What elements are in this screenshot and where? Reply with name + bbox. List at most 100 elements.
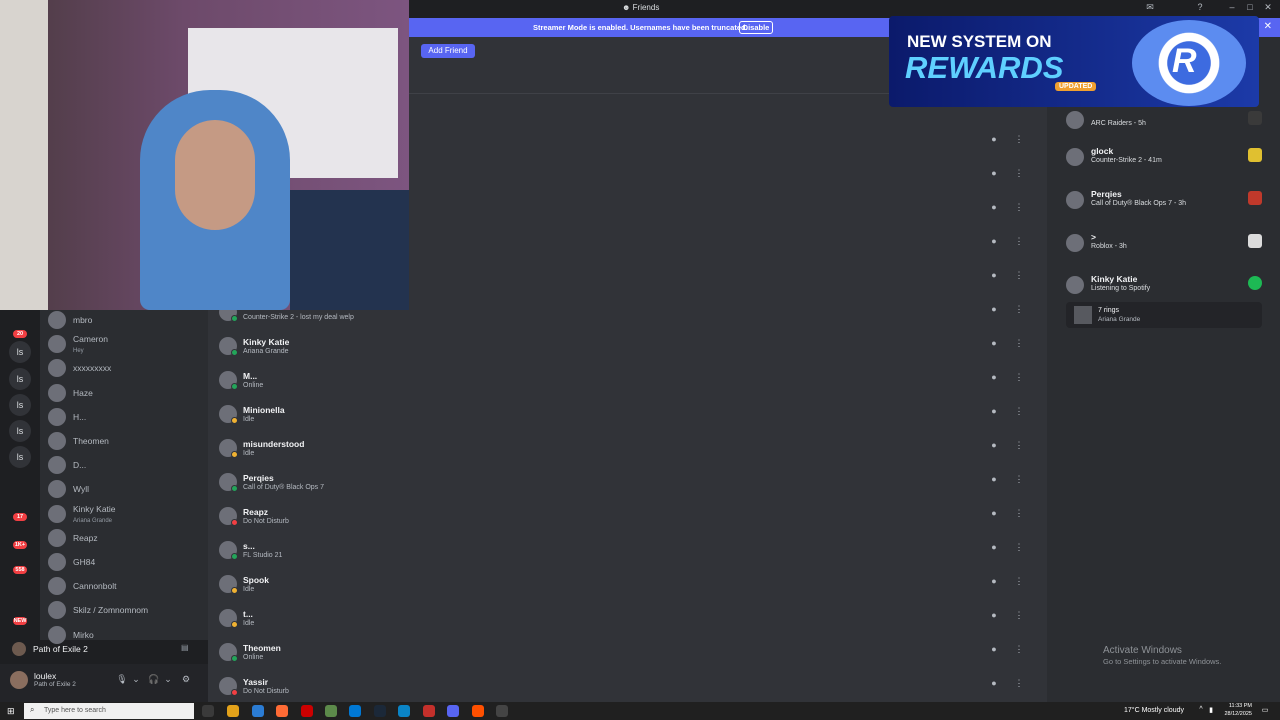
server-icon[interactable]: ls <box>9 368 31 390</box>
message-icon[interactable]: ● <box>987 576 1001 590</box>
close-window-button[interactable]: ✕ <box>1262 2 1274 14</box>
more-icon[interactable]: ⋮ <box>1012 372 1026 386</box>
message-icon[interactable]: ● <box>987 610 1001 624</box>
friend-row[interactable]: Perqies Call of Duty® Black Ops 7 ● ⋮ <box>216 469 1036 503</box>
close-banner-icon[interactable]: ✕ <box>1264 21 1272 32</box>
minimize-button[interactable]: – <box>1226 2 1238 14</box>
disable-button[interactable]: Disable <box>739 21 773 34</box>
message-icon[interactable]: ● <box>987 270 1001 284</box>
chat-icon[interactable]: ▤ <box>181 643 189 652</box>
server-icon[interactable]: ls <box>9 420 31 442</box>
message-icon[interactable]: ● <box>987 678 1001 692</box>
more-icon[interactable]: ⋮ <box>1012 270 1026 284</box>
friend-row[interactable]: Kinky Katie Ariana Grande ● ⋮ <box>216 333 1036 367</box>
more-icon[interactable]: ⋮ <box>1012 576 1026 590</box>
activity-card[interactable]: Perqies Call of Duty® Black Ops 7 - 3h <box>1066 189 1266 225</box>
app-icon-9[interactable] <box>423 705 435 717</box>
dm-item[interactable]: Kinky Katie Ariana Grande <box>48 503 203 525</box>
more-icon[interactable]: ⋮ <box>1012 678 1026 692</box>
message-icon[interactable]: ● <box>987 474 1001 488</box>
spotify-track-card[interactable]: 7 rings Ariana Grande <box>1066 302 1262 328</box>
network-icon[interactable]: ▮ <box>1206 706 1216 716</box>
server-icon[interactable]: ls <box>9 446 31 468</box>
more-icon[interactable]: ⋮ <box>1012 134 1026 148</box>
user-avatar[interactable] <box>10 671 28 689</box>
taskbar-time[interactable]: 11:33 PM <box>1222 703 1252 709</box>
dm-item[interactable]: xxxxxxxxx <box>48 357 203 379</box>
dm-item[interactable]: Cannonbolt <box>48 575 203 597</box>
friend-row[interactable]: Spook Idle ● ⋮ <box>216 571 1036 605</box>
app-icon-12[interactable] <box>496 705 508 717</box>
inbox-icon[interactable]: ✉ <box>1144 2 1156 14</box>
add-friend-button[interactable]: Add Friend <box>421 44 475 58</box>
message-icon[interactable]: ● <box>987 372 1001 386</box>
message-icon[interactable]: ● <box>987 508 1001 522</box>
friend-row[interactable]: Theomen Online ● ⋮ <box>216 639 1036 673</box>
more-icon[interactable]: ⋮ <box>1012 508 1026 522</box>
more-icon[interactable]: ⋮ <box>1012 610 1026 624</box>
activity-card[interactable]: glock Counter-Strike 2 - 41m <box>1066 146 1266 182</box>
more-icon[interactable]: ⋮ <box>1012 168 1026 182</box>
app-icon-4[interactable] <box>301 705 313 717</box>
dm-item[interactable]: Theomen <box>48 430 203 452</box>
message-icon[interactable]: ● <box>987 542 1001 556</box>
mic-chevron-down-icon[interactable]: ⌄ <box>130 674 142 686</box>
headphones-chevron-down-icon[interactable]: ⌄ <box>162 674 174 686</box>
friend-row[interactable]: Minionella Idle ● ⋮ <box>216 401 1036 435</box>
voice-channel-row[interactable]: Path of Exile 2 ▤ <box>8 640 200 660</box>
friend-row[interactable]: t... Idle ● ⋮ <box>216 605 1036 639</box>
more-icon[interactable]: ⋮ <box>1012 542 1026 556</box>
headphones-icon[interactable]: 🎧 <box>148 674 160 686</box>
maximize-button[interactable]: □ <box>1244 2 1256 14</box>
windows-start-icon[interactable]: ⊞ <box>7 706 17 716</box>
weather-widget[interactable]: 17°C Mostly cloudy <box>1124 707 1184 714</box>
friend-row[interactable]: Reapz Do Not Disturb ● ⋮ <box>216 503 1036 537</box>
settings-icon[interactable]: ⚙ <box>180 674 192 686</box>
more-icon[interactable]: ⋮ <box>1012 236 1026 250</box>
more-icon[interactable]: ⋮ <box>1012 406 1026 420</box>
dm-item[interactable]: Skilz / Zomnomnom <box>48 599 203 621</box>
taskbar-search[interactable]: ⌕ Type here to search <box>24 703 194 719</box>
more-icon[interactable]: ⋮ <box>1012 304 1026 318</box>
message-icon[interactable]: ● <box>987 440 1001 454</box>
mic-icon[interactable]: 🎙 <box>116 674 128 686</box>
more-icon[interactable]: ⋮ <box>1012 440 1026 454</box>
dm-item[interactable]: H... <box>48 406 203 428</box>
dm-item[interactable]: Cameron Hey <box>48 333 203 355</box>
activity-card[interactable]: ARC Raiders - 5h <box>1066 109 1266 145</box>
more-icon[interactable]: ⋮ <box>1012 474 1026 488</box>
dm-item[interactable]: Haze <box>48 382 203 404</box>
more-icon[interactable]: ⋮ <box>1012 338 1026 352</box>
friend-row[interactable]: misunderstood Idle ● ⋮ <box>216 435 1036 469</box>
server-icon[interactable]: ls <box>9 394 31 416</box>
dm-item[interactable]: GH84 <box>48 551 203 573</box>
more-icon[interactable]: ⋮ <box>1012 202 1026 216</box>
dm-item[interactable]: Wyll <box>48 478 203 500</box>
app-icon-5[interactable] <box>325 705 337 717</box>
tray-chevron-icon[interactable]: ^ <box>1196 706 1206 716</box>
message-icon[interactable]: ● <box>987 134 1001 148</box>
dm-item[interactable]: D... <box>48 454 203 476</box>
dm-item[interactable]: mbro <box>48 309 203 331</box>
message-icon[interactable]: ● <box>987 236 1001 250</box>
message-icon[interactable]: ● <box>987 304 1001 318</box>
message-icon[interactable]: ● <box>987 168 1001 182</box>
message-icon[interactable]: ● <box>987 406 1001 420</box>
more-icon[interactable]: ⋮ <box>1012 644 1026 658</box>
message-icon[interactable]: ● <box>987 644 1001 658</box>
friend-row[interactable]: s... FL Studio 21 ● ⋮ <box>216 537 1036 571</box>
discord-taskbar-icon[interactable] <box>447 705 459 717</box>
brave-icon[interactable] <box>472 705 484 717</box>
friend-row[interactable]: M... Online ● ⋮ <box>216 367 1036 401</box>
dm-item[interactable]: Reapz <box>48 527 203 549</box>
firefox-icon[interactable] <box>276 705 288 717</box>
help-icon[interactable]: ? <box>1194 2 1206 14</box>
message-icon[interactable]: ● <box>987 338 1001 352</box>
app-icon-6[interactable] <box>349 705 361 717</box>
app-icon-2[interactable] <box>252 705 264 717</box>
steam-icon[interactable] <box>374 705 386 717</box>
activity-card[interactable]: > Roblox - 3h <box>1066 232 1266 268</box>
chrome-icon[interactable] <box>227 705 239 717</box>
task-view-icon[interactable] <box>202 705 214 717</box>
server-icon[interactable]: ls <box>9 341 31 363</box>
